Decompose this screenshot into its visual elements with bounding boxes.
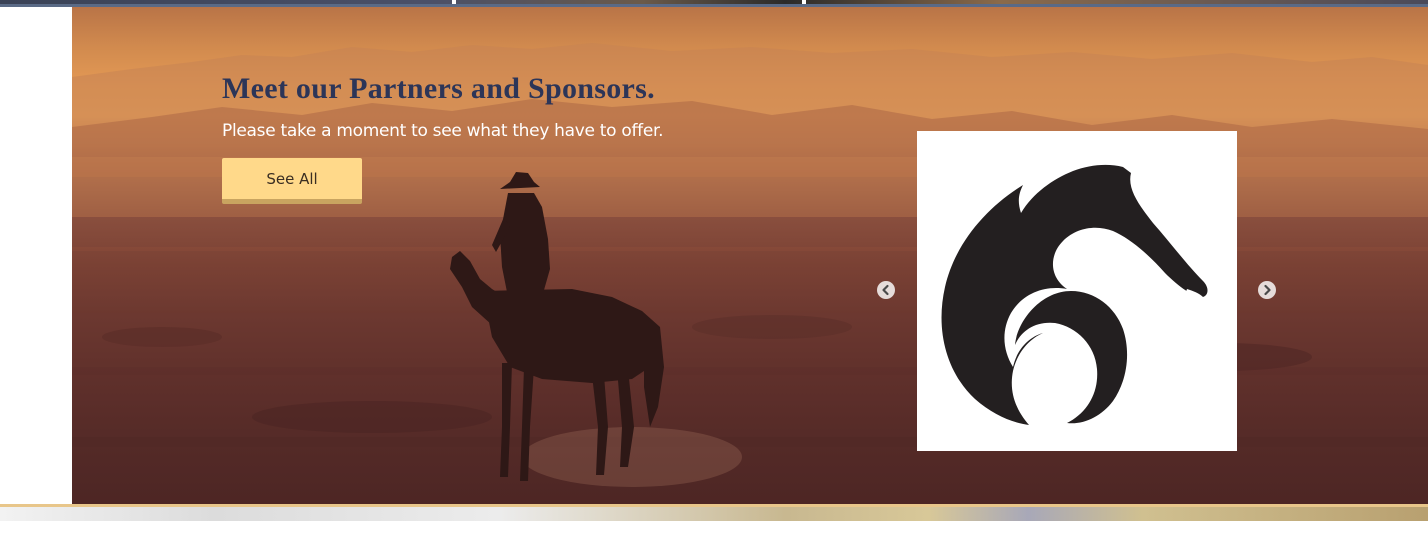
hero-subtitle: Please take a moment to see what they ha… — [222, 121, 664, 141]
chevron-left-icon — [882, 284, 889, 296]
previous-section-strip — [0, 0, 1428, 7]
page: Meet our Partners and Sponsors. Please t… — [0, 0, 1428, 540]
carousel-next-button[interactable] — [1258, 281, 1276, 299]
sponsors-hero-banner: Meet our Partners and Sponsors. Please t… — [72, 7, 1428, 504]
left-margin — [0, 7, 72, 504]
chevron-right-icon — [1264, 284, 1271, 296]
sponsor-logo-card[interactable] — [917, 131, 1237, 451]
horse-head-logo — [941, 164, 1208, 426]
see-all-button[interactable]: See All — [222, 158, 362, 204]
next-section-strip — [0, 507, 1428, 521]
hero-title: Meet our Partners and Sponsors. — [222, 72, 655, 105]
bottom-margin — [0, 521, 1428, 540]
carousel-prev-button[interactable] — [877, 281, 895, 299]
